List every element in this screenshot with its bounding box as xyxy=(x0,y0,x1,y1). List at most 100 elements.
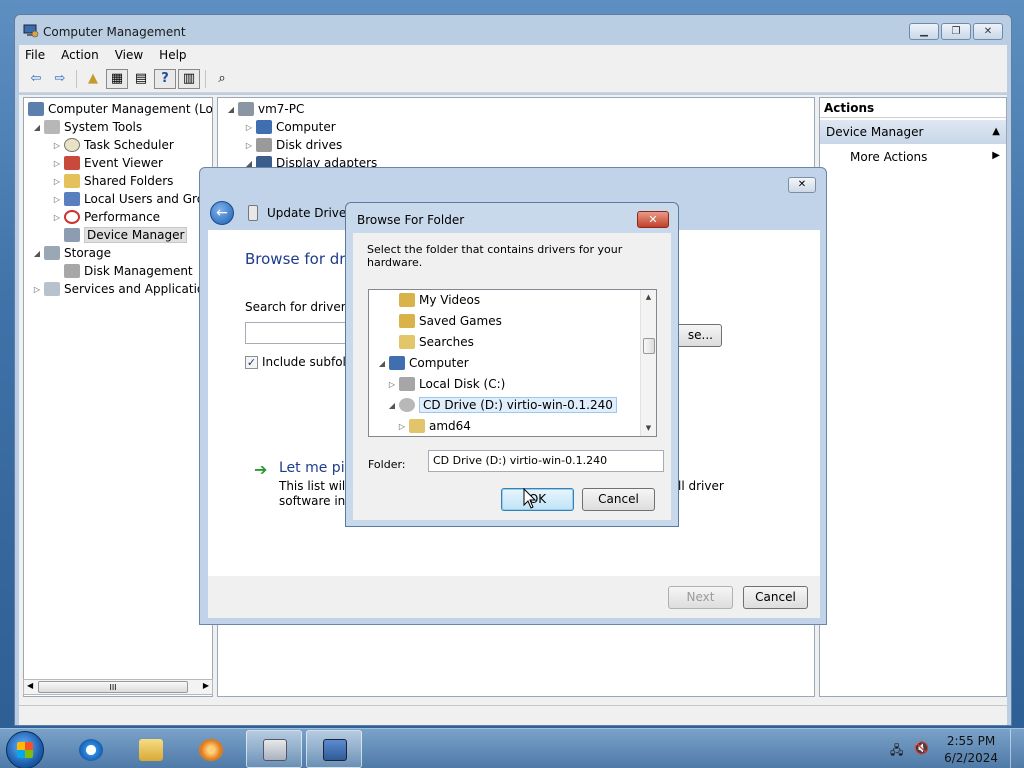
ok-button[interactable]: OK xyxy=(501,488,574,511)
folder-local-disk[interactable]: ▷ Local Disk (C:) xyxy=(387,374,505,394)
folder-saved-games[interactable]: Saved Games xyxy=(399,311,502,331)
windows-logo-icon xyxy=(17,742,33,758)
scroll-left-icon[interactable]: ◀ xyxy=(27,681,33,690)
menu-file[interactable]: File xyxy=(19,45,51,65)
folder-tree-scrollbar[interactable]: ▲ ▼ xyxy=(640,290,656,436)
collapsed-triangle-icon[interactable]: ▷ xyxy=(52,177,62,186)
taskbar-computer-management[interactable] xyxy=(246,730,302,768)
dialog-cancel-button[interactable]: Cancel xyxy=(582,488,655,511)
show-hide-tree-icon[interactable]: ▦ xyxy=(106,68,128,89)
device-root[interactable]: ◢ vm7-PC xyxy=(226,100,304,118)
tree-services-applications[interactable]: ▷ Services and Applications xyxy=(32,280,212,298)
folder-field[interactable]: CD Drive (D:) virtio-win-0.1.240 xyxy=(428,450,664,472)
tree-local-users[interactable]: ▷ Local Users and Group xyxy=(52,190,212,208)
wizard-close-button[interactable]: ✕ xyxy=(788,177,816,193)
dialog-close-button[interactable]: ✕ xyxy=(637,211,669,228)
back-arrow-icon[interactable]: ← xyxy=(210,201,234,225)
storage-icon xyxy=(44,246,60,260)
mouse-cursor-icon xyxy=(523,488,537,509)
pick-description-right: ll driver xyxy=(678,479,724,493)
collapsed-triangle-icon[interactable]: ▷ xyxy=(387,380,397,389)
next-button[interactable]: Next xyxy=(668,586,733,609)
tree-performance[interactable]: ▷ Performance xyxy=(52,208,160,226)
tree-root[interactable]: Computer Management (Local xyxy=(28,100,212,118)
folder-searches[interactable]: Searches xyxy=(399,332,474,352)
tree-task-scheduler[interactable]: ▷ Task Scheduler xyxy=(52,136,174,154)
collapsed-triangle-icon[interactable]: ▷ xyxy=(52,195,62,204)
title-bar[interactable]: Computer Management ▁ ❐ ✕ xyxy=(15,15,1011,45)
tree-device-manager[interactable]: Device Manager xyxy=(64,226,188,244)
up-folder-icon[interactable]: ▲ xyxy=(82,69,104,89)
collapsed-triangle-icon[interactable]: ▷ xyxy=(52,213,62,222)
menu-view[interactable]: View xyxy=(109,45,149,65)
folder-computer[interactable]: ◢ Computer xyxy=(377,353,469,373)
collapsed-triangle-icon[interactable]: ▷ xyxy=(52,159,62,168)
taskbar-file-explorer[interactable] xyxy=(122,730,178,768)
maximize-button[interactable]: ❐ xyxy=(941,23,971,40)
tree-event-viewer[interactable]: ▷ Event Viewer xyxy=(52,154,163,172)
tree-horizontal-scrollbar[interactable]: ◀ III ▶ xyxy=(23,679,213,695)
expanded-triangle-icon[interactable]: ◢ xyxy=(226,105,236,114)
tree-storage[interactable]: ◢ Storage xyxy=(32,244,111,262)
console-tree: Computer Management (Local ◢ System Tool… xyxy=(23,97,213,697)
start-button[interactable] xyxy=(6,731,44,768)
folder-icon xyxy=(139,739,163,761)
collapsed-triangle-icon[interactable]: ▷ xyxy=(397,422,407,431)
show-action-pane-icon[interactable]: ▥ xyxy=(178,68,200,89)
actions-section-device-manager[interactable]: Device Manager ▲ xyxy=(820,120,1006,144)
device-category-computer[interactable]: ▷ Computer xyxy=(244,118,336,136)
disk-management-icon xyxy=(64,264,80,278)
pc-icon xyxy=(238,102,254,116)
scrollbar-thumb[interactable]: III xyxy=(38,681,188,693)
scroll-right-icon[interactable]: ▶ xyxy=(203,681,209,690)
green-arrow-icon: ➔ xyxy=(254,460,268,479)
system-tools-icon xyxy=(44,120,60,134)
collapsed-triangle-icon[interactable]: ▷ xyxy=(32,285,42,294)
device-category-disk-drives[interactable]: ▷ Disk drives xyxy=(244,136,342,154)
taskbar-media-player[interactable] xyxy=(182,730,238,768)
collapsed-triangle-icon[interactable]: ▷ xyxy=(52,141,62,150)
folder-amd64[interactable]: ▷ amd64 xyxy=(397,416,471,436)
scroll-up-icon[interactable]: ▲ xyxy=(641,290,656,305)
window-title: Computer Management xyxy=(43,25,186,39)
folder-tree: My Videos Saved Games Searches ◢ Compute… xyxy=(368,289,657,437)
menu-action[interactable]: Action xyxy=(55,45,105,65)
expanded-triangle-icon[interactable]: ◢ xyxy=(377,359,387,368)
back-arrow-icon[interactable]: ⇦ xyxy=(25,69,47,89)
show-desktop-button[interactable] xyxy=(1010,729,1024,768)
tree-disk-management[interactable]: Disk Management xyxy=(64,262,193,280)
toolbar-separator xyxy=(76,69,77,88)
computer-icon xyxy=(256,120,272,134)
tree-system-tools[interactable]: ◢ System Tools xyxy=(32,118,142,136)
forward-arrow-icon[interactable]: ⇨ xyxy=(49,69,71,89)
close-button[interactable]: ✕ xyxy=(973,23,1003,40)
expanded-triangle-icon[interactable]: ◢ xyxy=(387,401,397,410)
collapsed-triangle-icon[interactable]: ▷ xyxy=(244,141,254,150)
expanded-triangle-icon[interactable]: ◢ xyxy=(32,123,42,132)
include-subfolders-checkbox[interactable]: ✓ xyxy=(245,356,258,369)
let-me-pick-link[interactable]: Let me pic xyxy=(279,460,352,476)
taskbar-device-manager[interactable] xyxy=(306,730,362,768)
scrollbar-thumb[interactable] xyxy=(643,338,655,354)
collapse-up-icon[interactable]: ▲ xyxy=(992,126,1000,137)
submenu-arrow-icon: ▶ xyxy=(992,150,1000,161)
wizard-cancel-button[interactable]: Cancel xyxy=(743,586,808,609)
help-icon[interactable]: ? xyxy=(154,68,176,89)
clock[interactable]: 2:55 PM 6/2/2024 xyxy=(944,733,998,767)
volume-muted-icon[interactable]: 🔇 xyxy=(914,741,930,755)
folder-cd-drive[interactable]: ◢ CD Drive (D:) virtio-win-0.1.240 xyxy=(387,395,617,415)
network-icon[interactable]: 🖧 xyxy=(890,741,906,757)
minimize-button[interactable]: ▁ xyxy=(909,23,939,40)
menu-help[interactable]: Help xyxy=(153,45,192,65)
scroll-down-icon[interactable]: ▼ xyxy=(641,421,656,436)
folder-my-videos[interactable]: My Videos xyxy=(399,290,480,310)
taskbar: 🖧 🔇 2:55 PM 6/2/2024 xyxy=(0,728,1024,768)
more-actions-link[interactable]: More Actions ▶ xyxy=(820,144,1006,170)
collapsed-triangle-icon[interactable]: ▷ xyxy=(244,123,254,132)
scan-hardware-icon[interactable]: ⌕ xyxy=(211,69,233,89)
tree-shared-folders[interactable]: ▷ Shared Folders xyxy=(52,172,173,190)
taskbar-internet-explorer[interactable] xyxy=(62,730,118,768)
actions-section-label: Device Manager xyxy=(826,125,924,139)
properties-icon[interactable]: ▤ xyxy=(130,69,152,89)
expanded-triangle-icon[interactable]: ◢ xyxy=(32,249,42,258)
